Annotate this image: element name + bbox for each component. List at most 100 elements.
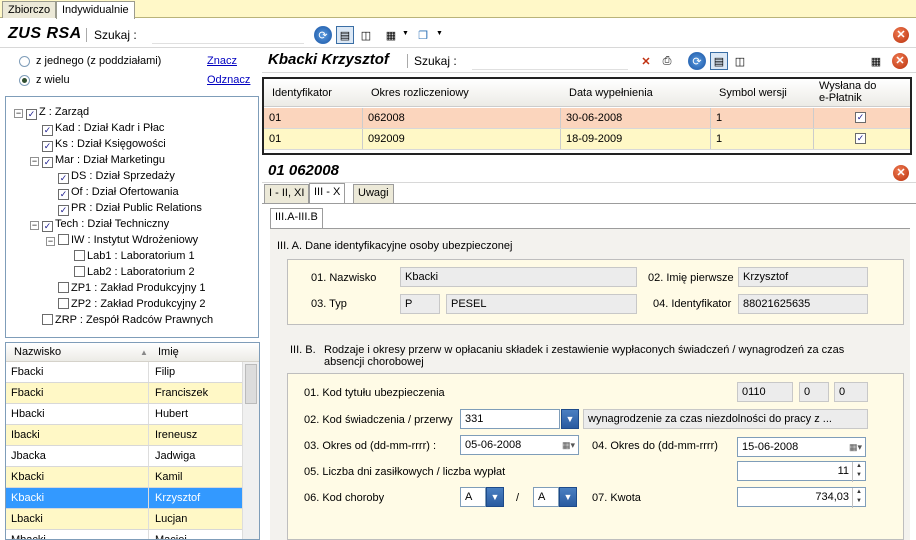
kwota-input[interactable]: 734,03 ▲ ▼ bbox=[737, 487, 866, 508]
sent-checkbox[interactable]: ✓ bbox=[855, 112, 866, 123]
label-identyfikator: 04. Identyfikator bbox=[653, 298, 732, 310]
tree-checkbox[interactable]: ✓ bbox=[58, 205, 69, 216]
tree-checkbox[interactable]: ✓ bbox=[42, 125, 53, 136]
spinner-icon[interactable]: ▲ ▼ bbox=[852, 462, 865, 482]
kod-choroby-1-input[interactable]: A bbox=[460, 487, 486, 507]
table-row[interactable]: Kbacki Krzysztof bbox=[6, 488, 242, 509]
collapse-icon[interactable]: − bbox=[30, 157, 39, 166]
form-view-icon[interactable]: ▤ bbox=[710, 52, 728, 70]
okres-do-input[interactable]: 15-06-2008 ▦▾ bbox=[737, 437, 866, 457]
tree-checkbox[interactable] bbox=[58, 234, 69, 245]
kod-swiadczenia-dropdown[interactable]: ▼ bbox=[561, 409, 579, 429]
col-identyfikator[interactable]: Identyfikator bbox=[272, 87, 332, 99]
chevron-down-icon[interactable]: ▼ bbox=[402, 30, 409, 37]
tab-iii-x[interactable]: III - X bbox=[309, 183, 346, 203]
calendar-icon[interactable]: ▦▾ bbox=[562, 436, 575, 454]
refresh-icon[interactable]: ⟳ bbox=[314, 26, 332, 44]
uncheck-all-link[interactable]: Odznacz bbox=[207, 74, 250, 86]
tree-checkbox[interactable] bbox=[42, 314, 53, 325]
tab-iii-a-iii-b[interactable]: III.A-III.B bbox=[270, 208, 323, 228]
kod-swiadczenia-input[interactable]: 331 bbox=[460, 409, 560, 429]
tree-checkbox[interactable]: ✓ bbox=[42, 221, 53, 232]
tree-checkbox[interactable]: ✓ bbox=[42, 157, 53, 168]
tree-node[interactable]: ✓ Kad : Dział Kadr i Płac bbox=[30, 120, 164, 136]
split-view-icon[interactable]: ◫ bbox=[357, 26, 375, 44]
col-data[interactable]: Data wypełnienia bbox=[569, 87, 653, 99]
refresh-icon[interactable]: ⟳ bbox=[688, 52, 706, 70]
person-search-input[interactable] bbox=[472, 52, 628, 70]
tree-checkbox[interactable]: ✓ bbox=[26, 109, 37, 120]
kod-choroby-2-input[interactable]: A bbox=[533, 487, 559, 507]
tree-checkbox[interactable]: ✓ bbox=[42, 141, 53, 152]
col-okres[interactable]: Okres rozliczeniowy bbox=[371, 87, 469, 99]
radio-multi[interactable] bbox=[19, 75, 30, 89]
tab-indywidualnie[interactable]: Indywidualnie bbox=[56, 1, 135, 19]
check-all-link[interactable]: Znacz bbox=[207, 55, 237, 67]
scrollbar[interactable] bbox=[242, 362, 259, 539]
tab-i-ii-xi[interactable]: I - II, XI bbox=[264, 184, 310, 203]
table-row[interactable]: Jbacka Jadwiga bbox=[6, 446, 242, 467]
col-wyslana[interactable]: Wysłana do e-Płatnik bbox=[819, 80, 889, 104]
tree-checkbox[interactable] bbox=[74, 250, 85, 261]
tree-line bbox=[30, 139, 39, 148]
sent-checkbox[interactable]: ✓ bbox=[855, 133, 866, 144]
table-row[interactable]: 01 092009 18-09-2009 1 ✓ bbox=[264, 129, 910, 150]
table-row[interactable]: Fbacki Franciszek bbox=[6, 383, 242, 404]
close-icon[interactable]: ✕ bbox=[893, 165, 909, 181]
delete-icon[interactable]: ✕ bbox=[637, 52, 655, 70]
kod-choroby-2-dropdown[interactable]: ▼ bbox=[559, 487, 577, 507]
liczba-dni-input[interactable]: 11 ▲ ▼ bbox=[737, 461, 866, 482]
collapse-icon[interactable]: − bbox=[14, 109, 23, 118]
print-icon[interactable]: ⎙ bbox=[658, 52, 676, 70]
tree-node[interactable]: Lab1 : Laboratorium 1 bbox=[62, 248, 195, 264]
tree-checkbox[interactable]: ✓ bbox=[58, 173, 69, 184]
tree-node[interactable]: ✓ DS : Dział Sprzedaży bbox=[46, 168, 175, 184]
col-surname[interactable]: Nazwisko bbox=[14, 343, 61, 362]
search-input[interactable] bbox=[152, 26, 304, 44]
tree-node[interactable]: − ✓ Mar : Dział Marketingu bbox=[30, 152, 165, 168]
close-icon[interactable]: ✕ bbox=[893, 27, 909, 43]
tree-node[interactable]: ZRP : Zespół Radców Prawnych bbox=[30, 312, 213, 328]
tree-node[interactable]: − ✓ Z : Zarząd bbox=[14, 104, 89, 120]
calendar-icon[interactable]: ▦▾ bbox=[849, 438, 862, 456]
collapse-icon[interactable]: − bbox=[30, 221, 39, 230]
split-view-icon[interactable]: ◫ bbox=[731, 52, 749, 70]
calculator-icon[interactable]: ▦ bbox=[867, 52, 885, 70]
table-row[interactable]: Fbacki Filip bbox=[6, 362, 242, 383]
form-view-icon[interactable]: ▤ bbox=[336, 26, 354, 44]
table-row[interactable]: Hbacki Hubert bbox=[6, 404, 242, 425]
collapse-icon[interactable]: − bbox=[46, 237, 55, 246]
tree-node[interactable]: − IW : Instytut Wdrożeniowy bbox=[46, 232, 198, 248]
table-row[interactable]: Ibacki Ireneusz bbox=[6, 425, 242, 446]
table-row[interactable]: Mbacki Maciej bbox=[6, 530, 242, 539]
tree-node[interactable]: Lab2 : Laboratorium 2 bbox=[62, 264, 195, 280]
table-row[interactable]: Kbacki Kamil bbox=[6, 467, 242, 488]
search-label: Szukaj : bbox=[94, 28, 137, 42]
tree-checkbox[interactable] bbox=[58, 282, 69, 293]
close-icon[interactable]: ✕ bbox=[892, 53, 908, 69]
tree-checkbox[interactable] bbox=[58, 298, 69, 309]
col-symbol[interactable]: Symbol wersji bbox=[719, 87, 787, 99]
col-name[interactable]: Imię bbox=[158, 343, 179, 362]
tree-node[interactable]: ✓ Of : Dział Ofertowania bbox=[46, 184, 179, 200]
radio-single[interactable] bbox=[19, 56, 30, 70]
tab-uwagi[interactable]: Uwagi bbox=[353, 184, 394, 203]
okres-od-input[interactable]: 05-06-2008 ▦▾ bbox=[460, 435, 579, 455]
tree-node[interactable]: − ✓ Tech : Dział Techniczny bbox=[30, 216, 169, 232]
tree-node[interactable]: ✓ Ks : Dział Księgowości bbox=[30, 136, 166, 152]
tab-zbiorczo[interactable]: Zbiorczo bbox=[2, 1, 57, 18]
scroll-thumb[interactable] bbox=[245, 364, 257, 404]
tree-node[interactable]: ZP2 : Zakład Produkcyjny 2 bbox=[46, 296, 206, 312]
spinner-icon[interactable]: ▲ ▼ bbox=[852, 488, 865, 508]
table-row[interactable]: 01 062008 30-06-2008 1 ✓ bbox=[264, 108, 910, 129]
kwota-value: 734,03 bbox=[815, 491, 849, 503]
copy-icon[interactable]: ❐ bbox=[414, 26, 432, 44]
chevron-down-icon[interactable]: ▼ bbox=[436, 30, 443, 37]
tree-checkbox[interactable]: ✓ bbox=[58, 189, 69, 200]
tree-node[interactable]: ZP1 : Zakład Produkcyjny 1 bbox=[46, 280, 206, 296]
table-row[interactable]: Lbacki Lucjan bbox=[6, 509, 242, 530]
tree-checkbox[interactable] bbox=[74, 266, 85, 277]
table-icon[interactable]: ▦ bbox=[382, 26, 400, 44]
kod-choroby-1-dropdown[interactable]: ▼ bbox=[486, 487, 504, 507]
tree-node[interactable]: ✓ PR : Dział Public Relations bbox=[46, 200, 202, 216]
